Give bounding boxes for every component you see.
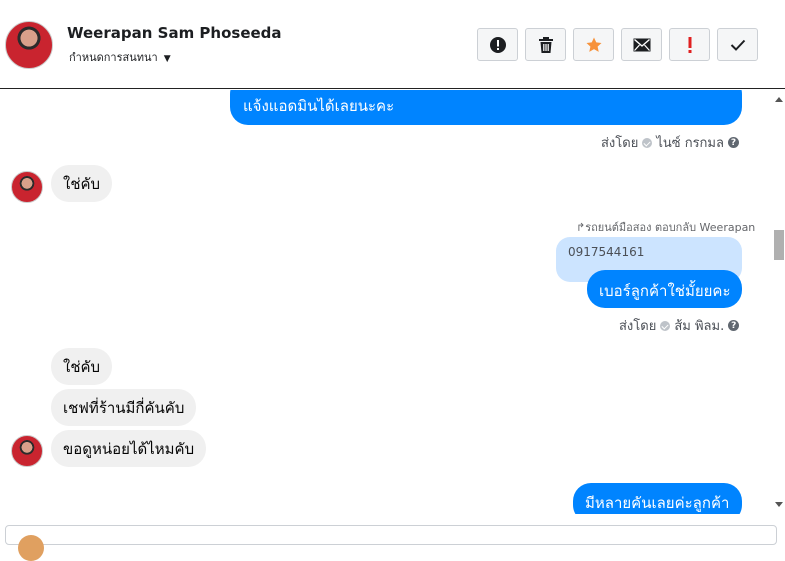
star-icon bbox=[585, 36, 603, 54]
help-icon[interactable]: ? bbox=[727, 137, 739, 148]
help-icon[interactable]: ? bbox=[728, 320, 740, 331]
delete-button[interactable] bbox=[525, 28, 566, 61]
mail-icon bbox=[633, 38, 651, 52]
verified-icon bbox=[660, 320, 671, 331]
outgoing-message[interactable]: มีหลายคันเลยค่ะลูกค้า bbox=[573, 483, 742, 514]
incoming-message[interactable]: ขอดูหน่อยได้ไหมคับ bbox=[51, 430, 207, 467]
contact-avatar[interactable] bbox=[5, 21, 53, 69]
message-text: แจ้งแอดมินได้เลยนะคะ bbox=[243, 97, 395, 115]
sent-by-info: ส่งโดย ไนซ์ กรกมล ? bbox=[601, 132, 739, 153]
check-icon bbox=[730, 39, 746, 51]
report-spam-icon bbox=[489, 36, 507, 54]
sender-avatar[interactable] bbox=[11, 435, 43, 467]
sender-name[interactable]: ส้ม พิลม. bbox=[674, 315, 724, 336]
contact-name[interactable]: Weerapan Sam Phoseeda bbox=[67, 24, 282, 42]
message-text: เบอร์ลูกค้าใช่มั้ยยคะ bbox=[599, 282, 731, 300]
scroll-down-arrow-icon[interactable] bbox=[775, 502, 783, 507]
important-icon bbox=[687, 36, 693, 54]
message-text: มีหลายคันเลยค่ะลูกค้า bbox=[585, 494, 730, 512]
sender-avatar[interactable] bbox=[11, 171, 43, 203]
assign-conversation-dropdown[interactable]: กำหนดการสนทนา ▼ bbox=[69, 48, 171, 66]
mark-done-button[interactable] bbox=[717, 28, 758, 61]
verified-icon bbox=[642, 137, 653, 148]
assign-label: กำหนดการสนทนา bbox=[69, 51, 158, 64]
outgoing-message[interactable]: แจ้งแอดมินได้เลยนะคะ bbox=[230, 90, 742, 125]
incoming-message[interactable]: ใช่คับ bbox=[51, 348, 113, 385]
sent-by-info: ส่งโดย ส้ม พิลม. ? bbox=[619, 315, 740, 336]
report-spam-button[interactable] bbox=[477, 28, 518, 61]
incoming-message[interactable]: ใช่คับ bbox=[51, 165, 113, 202]
message-text: เชฟที่ร้านมีกี่คันคับ bbox=[63, 398, 185, 417]
page-avatar bbox=[18, 535, 44, 561]
incoming-message[interactable]: เชฟที่ร้านมีกี่คันคับ bbox=[51, 389, 197, 426]
star-button[interactable] bbox=[573, 28, 614, 61]
outgoing-message[interactable]: เบอร์ลูกค้าใช่มั้ยยคะ bbox=[587, 270, 742, 308]
important-button[interactable] bbox=[669, 28, 710, 61]
mark-unread-button[interactable] bbox=[621, 28, 662, 61]
scroll-up-arrow-icon[interactable] bbox=[775, 97, 783, 102]
message-text: ใช่คับ bbox=[63, 174, 101, 193]
thread-scrollbar[interactable] bbox=[773, 90, 785, 514]
scroll-thumb[interactable] bbox=[774, 230, 784, 260]
message-text: ขอดูหน่อยได้ไหมคับ bbox=[63, 439, 195, 458]
message-text: ใช่คับ bbox=[63, 357, 101, 376]
conversation-header: Weerapan Sam Phoseeda กำหนดการสนทนา ▼ bbox=[0, 0, 785, 89]
sent-by-label: ส่งโดย bbox=[619, 319, 657, 334]
message-thread[interactable]: แจ้งแอดมินได้เลยนะคะ ส่งโดย ไนซ์ กรกมล ?… bbox=[0, 90, 773, 514]
sender-name[interactable]: ไนซ์ กรกมล bbox=[656, 132, 724, 153]
trash-icon bbox=[538, 36, 554, 54]
quoted-text: 0917544161 bbox=[568, 245, 645, 259]
caret-down-icon: ▼ bbox=[163, 54, 171, 64]
reply-context: ↱รถยนต์มือสอง ตอบกลับ Weerapan bbox=[576, 221, 756, 234]
sent-by-label: ส่งโดย bbox=[601, 136, 639, 151]
message-composer[interactable] bbox=[5, 525, 777, 561]
